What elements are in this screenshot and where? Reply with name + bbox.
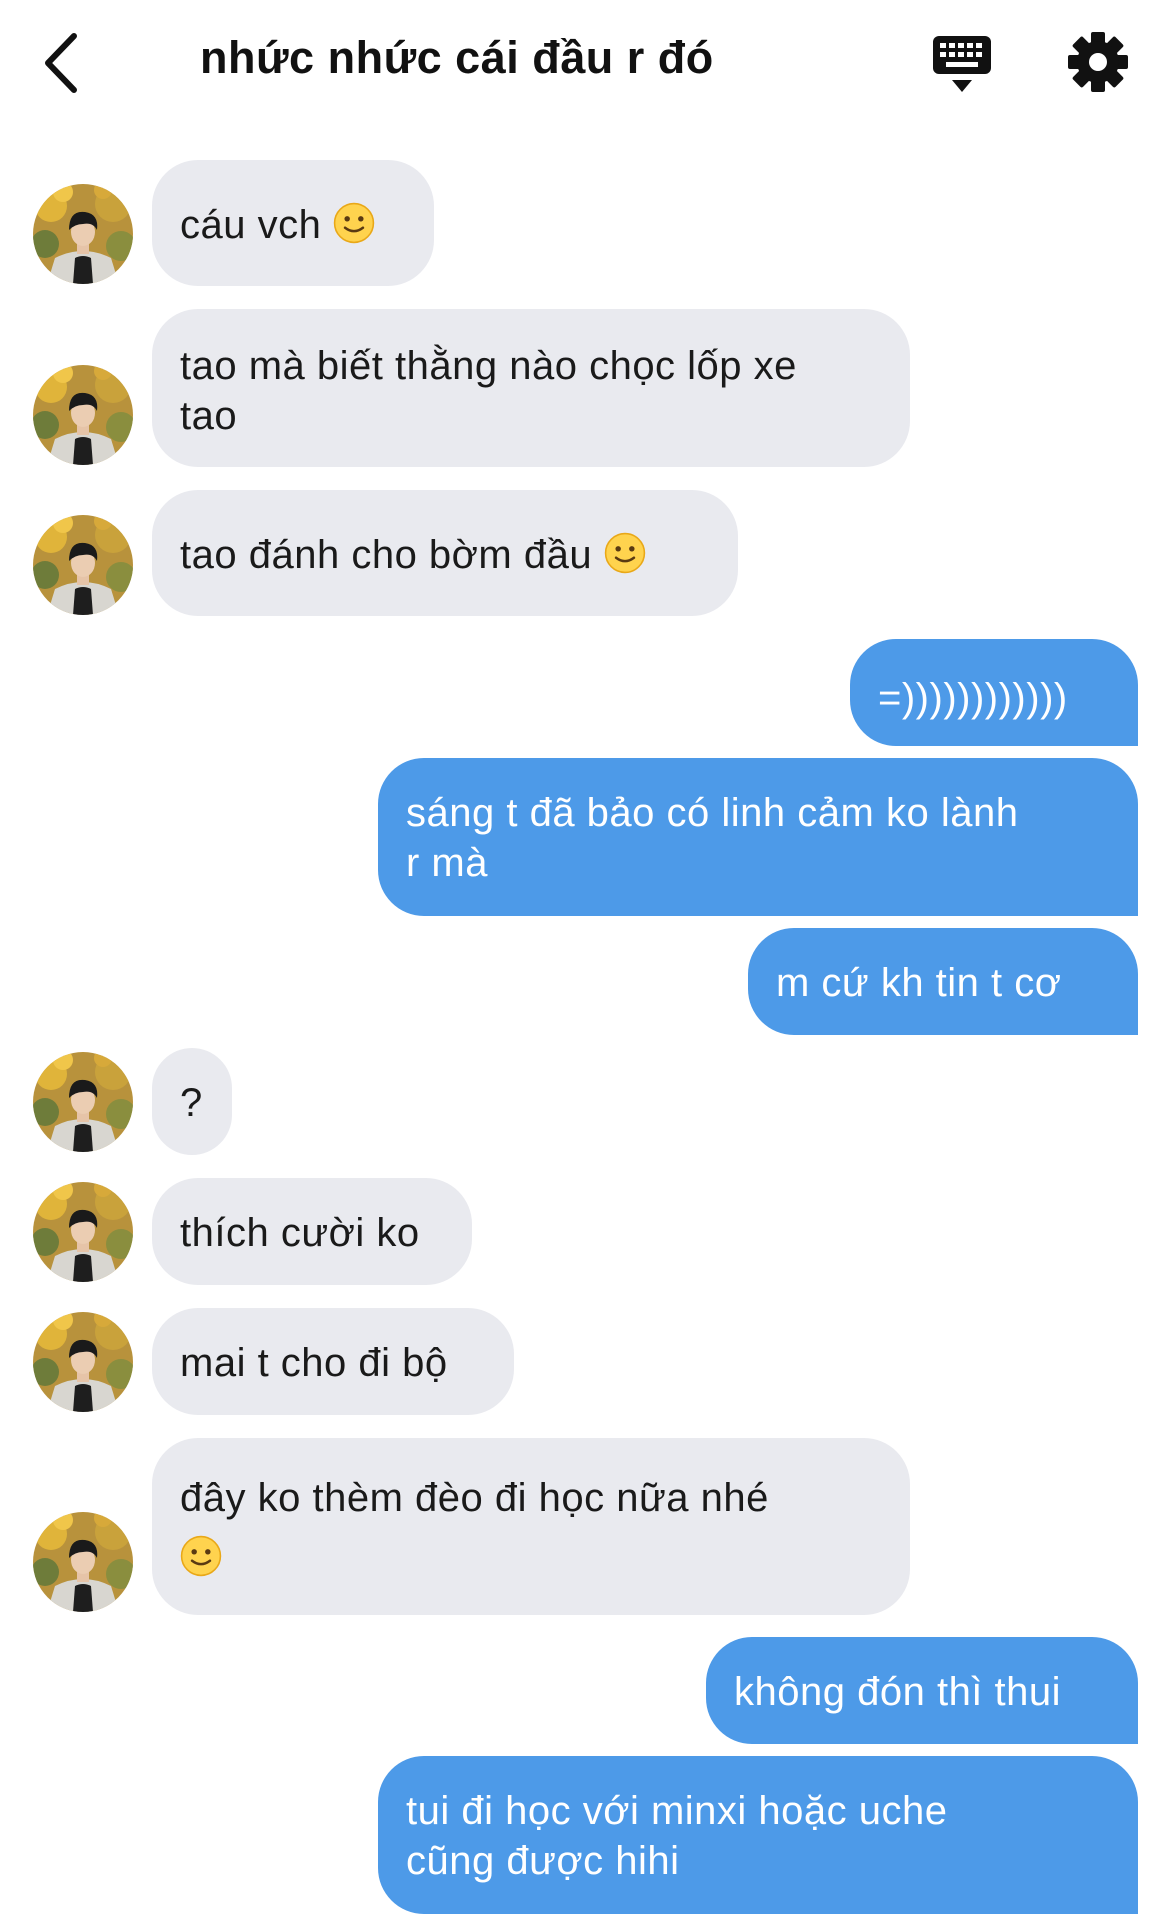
avatar[interactable] [33,515,133,615]
message-text: tao đánh cho bờm đầu [180,533,593,577]
message-bubble-outgoing[interactable]: sáng t đã bảo có linh cảm ko lành r mà [378,758,1138,916]
message-bubble-incoming[interactable]: thích cười ko [152,1178,472,1285]
message-text-line: tao mà biết thằng nào chọc lốp xe [180,344,797,388]
avatar[interactable] [33,1512,133,1612]
avatar[interactable] [33,1052,133,1152]
message-text: =)))))))))))) [878,676,1068,720]
gear-icon [1068,32,1128,92]
message-bubble-incoming[interactable]: mai t cho đi bộ [152,1308,514,1415]
chat-screen: nhức nhức cái đầu r đó cáu vch tao mà bi… [0,0,1170,1920]
avatar[interactable] [33,184,133,284]
chevron-left-icon [45,33,77,93]
message-text-line: r mà [406,841,488,885]
message-bubble-outgoing[interactable]: không đón thì thui [706,1637,1138,1744]
message-text: thích cười ko [180,1211,420,1255]
message-bubble-incoming[interactable]: ? [152,1048,232,1155]
message-text-line: cũng được hihi [406,1839,680,1883]
settings-button[interactable] [1066,30,1130,94]
message-bubble-incoming[interactable]: cáu vch [152,160,434,286]
keyboard-icon [933,36,991,92]
message-text: m cứ kh tin t cơ [776,961,1062,1005]
message-text: không đón thì thui [734,1670,1062,1714]
avatar[interactable] [33,1182,133,1282]
message-text: ? [180,1081,203,1125]
message-text: cáu vch [180,203,322,247]
slightly-smiling-face-icon [333,202,375,244]
message-text-line: sáng t đã bảo có linh cảm ko lành [406,791,1019,835]
slightly-smiling-face-icon [180,1535,222,1577]
keyboard-button[interactable] [930,32,994,96]
message-bubble-incoming[interactable]: tao mà biết thằng nào chọc lốp xe tao [152,309,910,467]
message-text-line: đây ko thèm đèo đi học nữa nhé [180,1476,769,1520]
back-button[interactable] [40,28,90,98]
avatar[interactable] [33,1312,133,1412]
message-text-line: tao [180,394,238,438]
avatar[interactable] [33,365,133,465]
message-bubble-outgoing[interactable]: tui đi học với minxi hoặc uche cũng được… [378,1756,1138,1914]
message-bubble-incoming[interactable]: tao đánh cho bờm đầu [152,490,738,616]
message-bubble-incoming[interactable]: đây ko thèm đèo đi học nữa nhé [152,1438,910,1615]
message-bubble-outgoing[interactable]: =)))))))))))) [850,639,1138,746]
conversation-title: nhức nhức cái đầu r đó [200,32,714,83]
slightly-smiling-face-icon [604,532,646,574]
message-text: mai t cho đi bộ [180,1341,448,1385]
chat-header: nhức nhức cái đầu r đó [0,0,1170,130]
message-bubble-outgoing[interactable]: m cứ kh tin t cơ [748,928,1138,1035]
message-text-line: tui đi học với minxi hoặc uche [406,1789,948,1833]
